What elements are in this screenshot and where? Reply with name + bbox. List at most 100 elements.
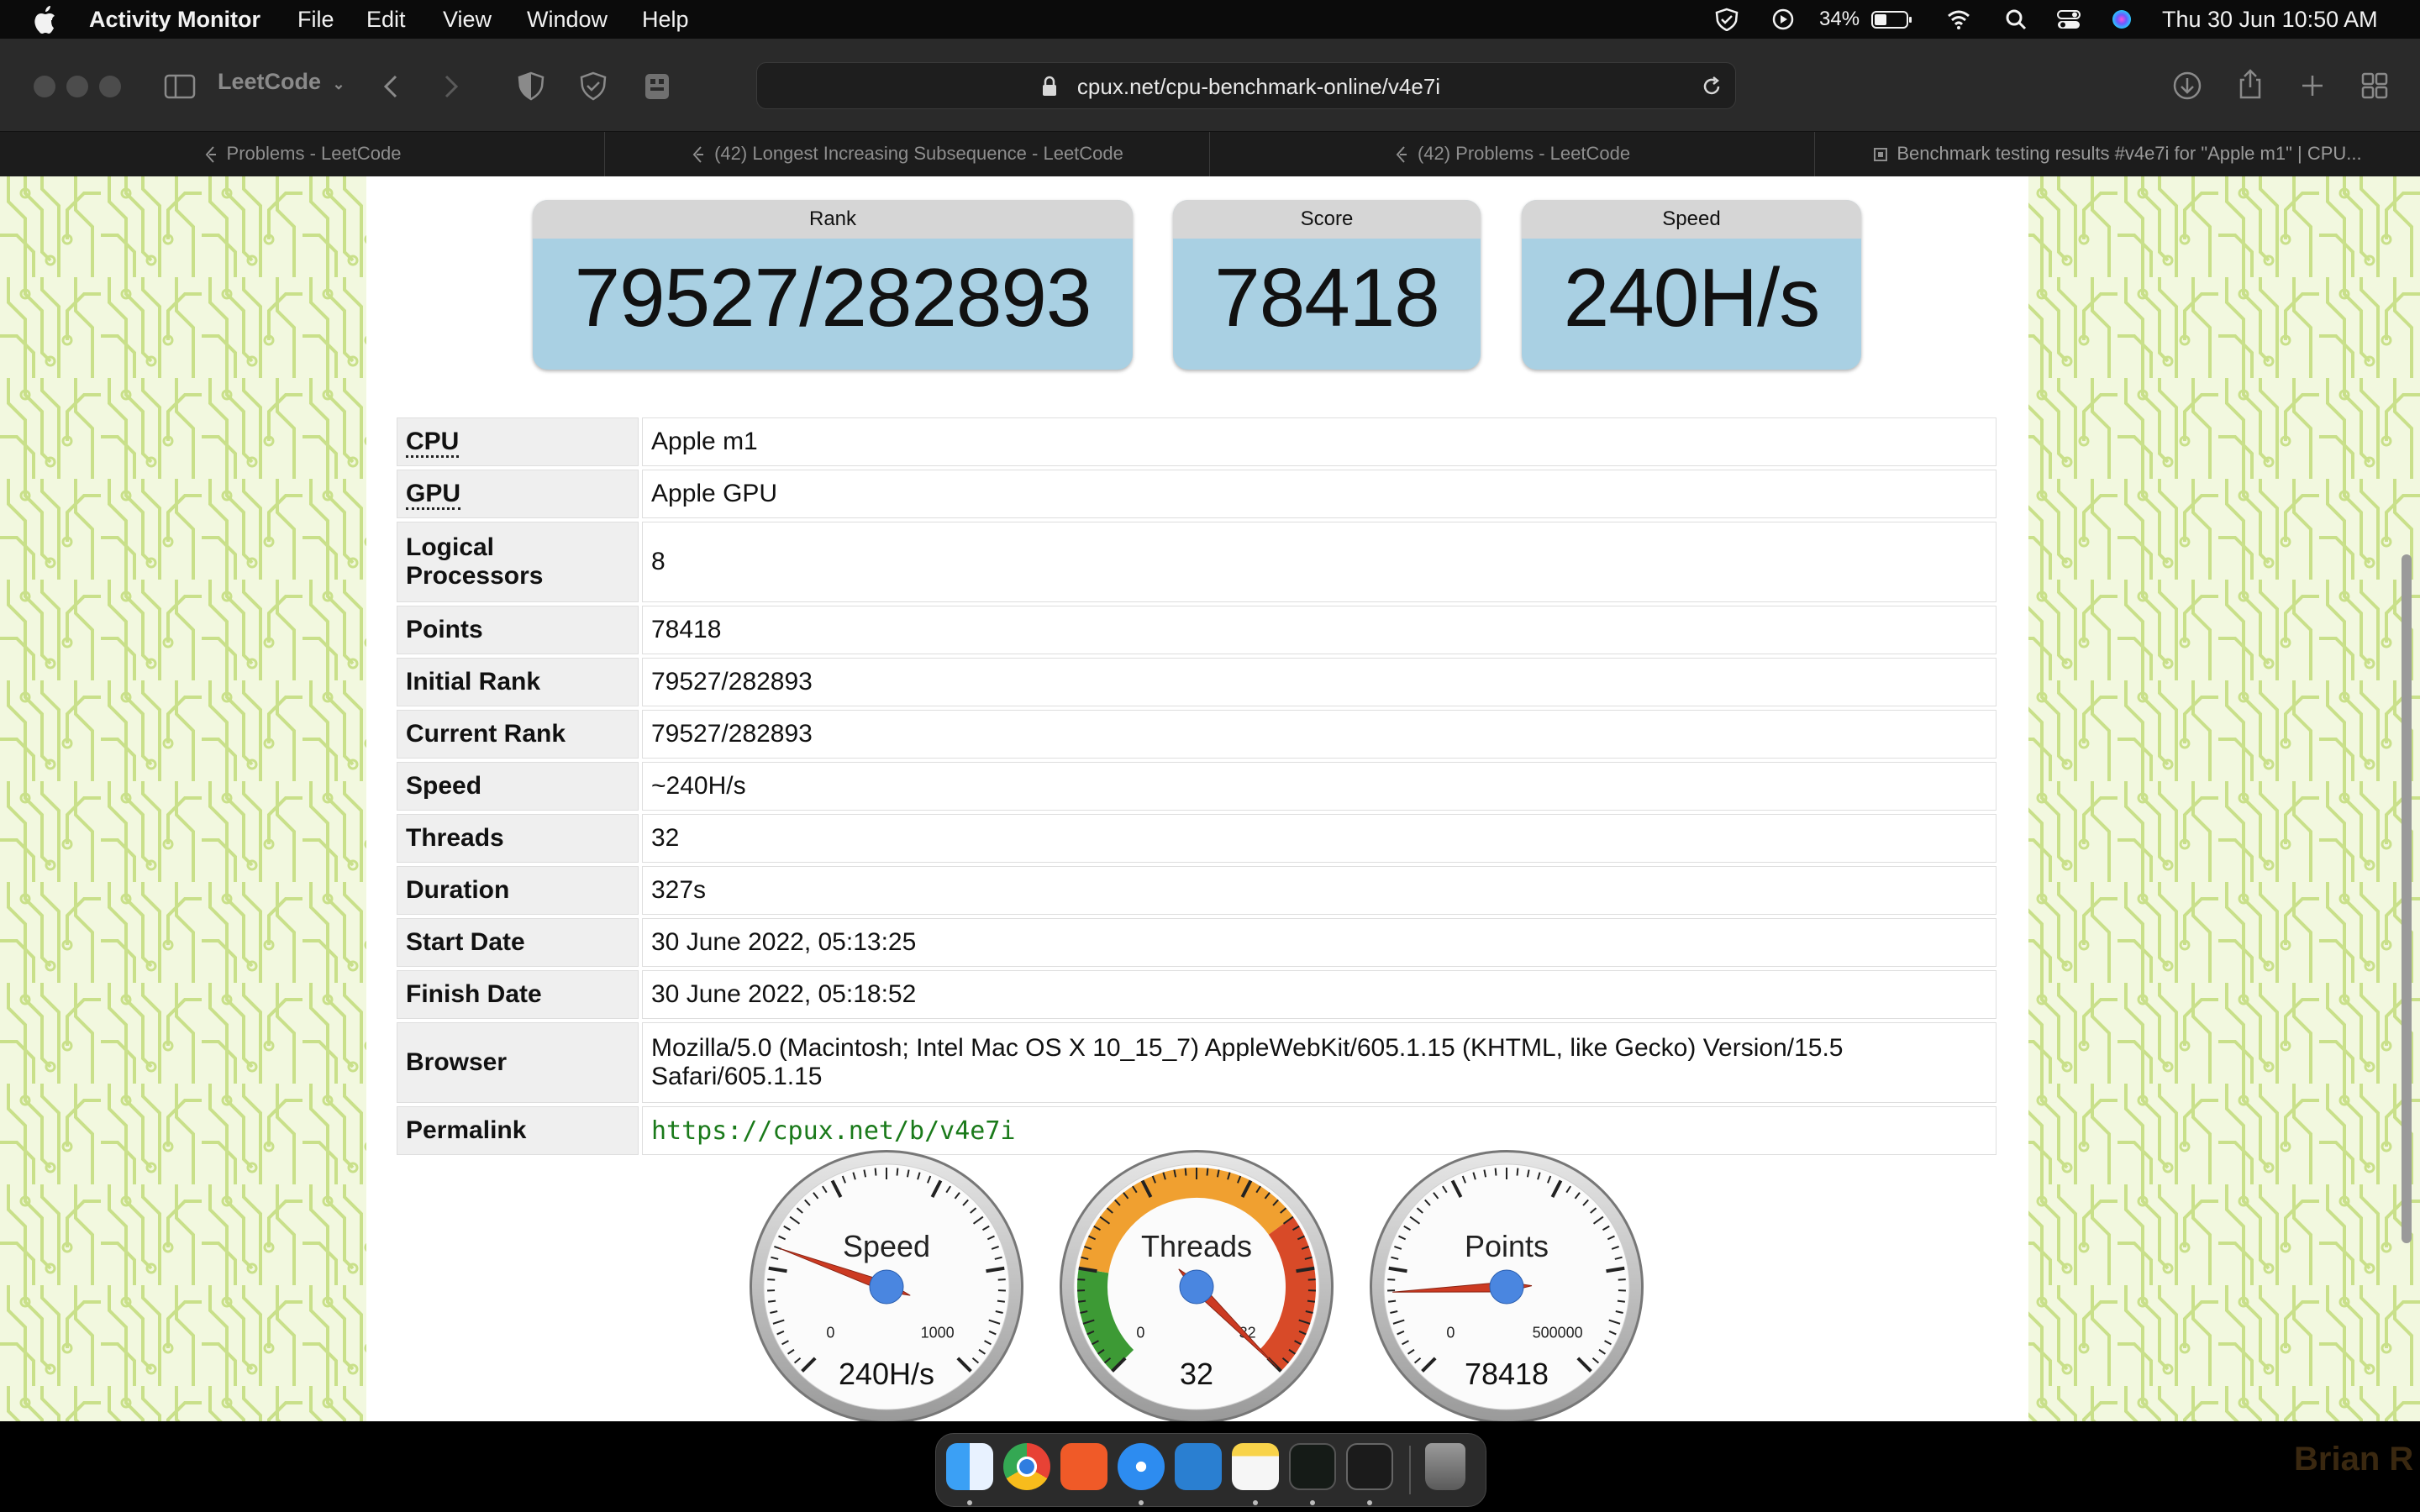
tab-overview-icon[interactable]	[2358, 69, 2391, 102]
dock-separator	[1409, 1446, 1411, 1494]
running-indicator	[967, 1500, 972, 1505]
cpu-favicon-icon	[1874, 148, 1888, 162]
activity-monitor-icon[interactable]	[1289, 1443, 1336, 1490]
start-date-key: Start Date	[397, 918, 639, 967]
gauge-tick	[997, 1299, 1006, 1303]
menu-file[interactable]: File	[297, 7, 334, 33]
table-row: Points 78418	[397, 606, 1996, 654]
points-key: Points	[397, 606, 639, 654]
table-row: GPU Apple GPU	[397, 470, 1996, 518]
table-row: Duration 327s	[397, 866, 1996, 915]
gpu-key: GPU	[406, 480, 461, 510]
shield-check-icon[interactable]	[1714, 8, 1739, 31]
menu-view[interactable]: View	[443, 7, 492, 33]
permalink-key: Permalink	[397, 1106, 639, 1155]
threads-gauge: Threads0 3232	[1060, 1150, 1334, 1421]
leetcode-favicon-icon	[692, 146, 704, 163]
gauge-hub	[1179, 1269, 1214, 1305]
scrollbar[interactable]	[2402, 554, 2412, 1243]
menu-help[interactable]: Help	[642, 7, 689, 33]
finder-icon[interactable]	[946, 1443, 993, 1490]
leetcode-favicon-icon	[1396, 146, 1407, 163]
gauge-tick	[1077, 1299, 1086, 1303]
row-key: GPU	[397, 470, 639, 518]
tab-group-selector[interactable]: LeetCode ⌄	[218, 69, 345, 95]
gauge-hub	[869, 1269, 904, 1305]
table-row: Logical Processors 8	[397, 522, 1996, 602]
speed-key: Speed	[397, 762, 639, 811]
battery-icon[interactable]	[1870, 8, 1914, 31]
gauge-tick	[1618, 1278, 1626, 1281]
watermark: Brian R	[2294, 1441, 2414, 1478]
battery-percent: 34%	[1819, 8, 1860, 30]
gauge-hub	[1489, 1269, 1524, 1305]
dock	[935, 1433, 1486, 1507]
extension-icon[interactable]	[640, 70, 674, 103]
terminal-icon[interactable]	[1346, 1443, 1393, 1490]
brave-icon[interactable]	[1060, 1443, 1107, 1490]
download-icon[interactable]	[2170, 69, 2204, 102]
score-label: Score	[1173, 200, 1481, 239]
table-row: Finish Date 30 June 2022, 05:18:52	[397, 970, 1996, 1019]
new-tab-icon[interactable]	[2296, 69, 2329, 102]
duration-value: 327s	[642, 866, 1996, 915]
close-window-button[interactable]	[34, 76, 55, 97]
duration-key: Duration	[397, 866, 639, 915]
speed-box: Speed 240H/s	[1522, 200, 1861, 370]
share-icon[interactable]	[2233, 67, 2267, 101]
vscode-icon[interactable]	[1175, 1443, 1222, 1490]
table-row: CPU Apple m1	[397, 417, 1996, 466]
minimize-window-button[interactable]	[66, 76, 88, 97]
address-bar[interactable]: cpux.net/cpu-benchmark-online/v4e7i	[756, 62, 1736, 109]
siri-icon[interactable]	[2109, 8, 2134, 31]
safari-icon[interactable]	[1118, 1443, 1165, 1490]
speed-detail-value: ~240H/s	[642, 762, 1996, 811]
gauge-tick	[1617, 1299, 1626, 1303]
table-row: Speed ~240H/s	[397, 762, 1996, 811]
tab-benchmark-results[interactable]: Benchmark testing results #v4e7i for "Ap…	[1815, 132, 2420, 177]
wifi-icon[interactable]	[1946, 8, 1971, 31]
play-circle-icon[interactable]	[1770, 8, 1796, 31]
logical-processors-key: Logical Processors	[397, 522, 639, 602]
tab-label: (42) Longest Increasing Subsequence - Le…	[714, 143, 1123, 164]
privacy-shield-icon[interactable]	[514, 70, 548, 103]
active-app-name[interactable]: Activity Monitor	[89, 7, 260, 33]
back-icon[interactable]	[375, 70, 408, 103]
row-key: CPU	[397, 417, 639, 466]
menu-edit[interactable]: Edit	[366, 7, 406, 33]
gauge-tick	[1077, 1278, 1086, 1281]
url-text[interactable]: cpux.net/cpu-benchmark-online/v4e7i	[757, 74, 1735, 100]
gauge-readout: 32	[1180, 1357, 1213, 1391]
control-center-icon[interactable]	[2056, 8, 2081, 31]
menu-clock[interactable]: Thu 30 Jun 10:50 AM	[2162, 7, 2378, 33]
search-icon[interactable]	[2004, 8, 2029, 31]
gauge-tick	[1307, 1299, 1316, 1303]
zoom-window-button[interactable]	[99, 76, 121, 97]
speed-label: Speed	[1522, 200, 1861, 239]
menu-window[interactable]: Window	[527, 7, 608, 33]
apple-icon[interactable]	[32, 5, 57, 34]
gauge-tick	[1387, 1299, 1397, 1303]
tab-problems-leetcode-2[interactable]: (42) Problems - LeetCode	[1210, 132, 1815, 177]
tab-longest-increasing-subsequence[interactable]: (42) Longest Increasing Subsequence - Le…	[605, 132, 1210, 177]
gauge-min-label: 0	[1446, 1324, 1455, 1341]
chrome-icon[interactable]	[1003, 1443, 1050, 1490]
trash-icon[interactable]	[1425, 1443, 1465, 1490]
table-row: Threads 32	[397, 814, 1996, 863]
running-indicator	[1253, 1500, 1258, 1505]
shield-check-toolbar-icon[interactable]	[576, 70, 610, 103]
forward-icon[interactable]	[434, 70, 467, 103]
reload-icon[interactable]	[1700, 75, 1723, 98]
score-box: Score 78418	[1173, 200, 1481, 370]
notes-icon[interactable]	[1232, 1443, 1279, 1490]
tab-problems-leetcode[interactable]: Problems - LeetCode	[0, 132, 605, 177]
score-value: 78418	[1214, 251, 1440, 344]
sidebar-icon[interactable]	[163, 70, 197, 103]
gauge-tick	[767, 1278, 776, 1281]
current-rank-key: Current Rank	[397, 710, 639, 759]
leetcode-favicon-icon	[205, 146, 216, 163]
rank-box: Rank 79527/282893	[533, 200, 1133, 370]
gauge-tick	[1494, 1168, 1497, 1176]
rank-label: Rank	[533, 200, 1133, 239]
finish-date-key: Finish Date	[397, 970, 639, 1019]
